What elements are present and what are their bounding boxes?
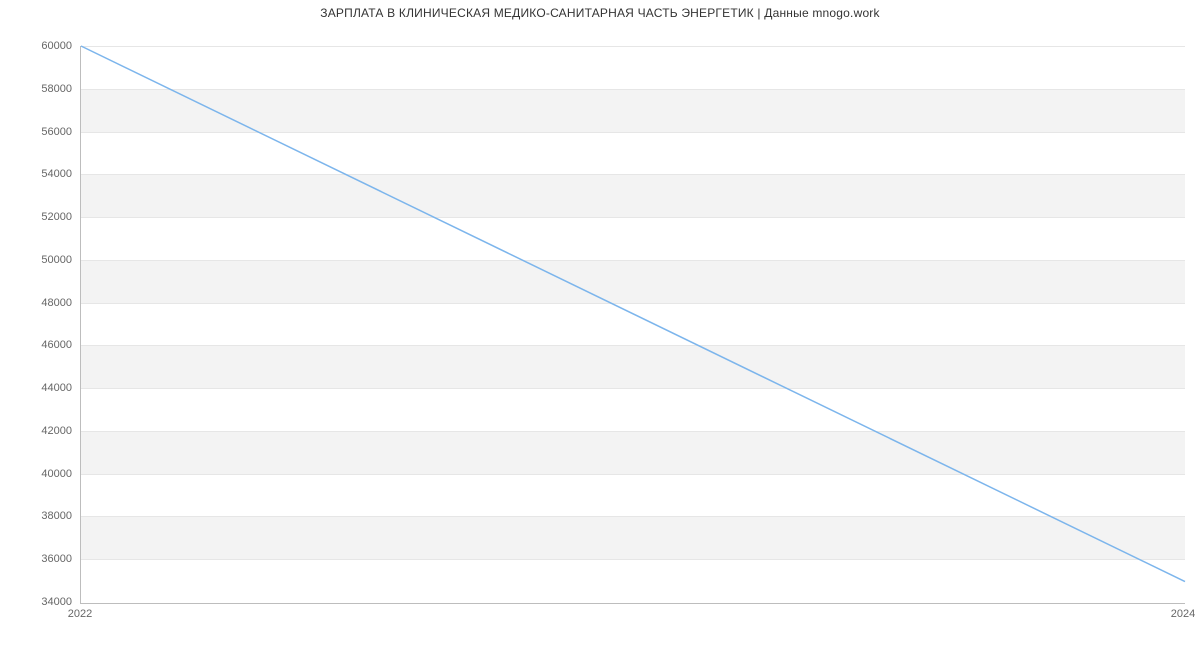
line-layer	[81, 46, 1185, 603]
y-tick-label: 48000	[12, 297, 72, 309]
y-tick-label: 54000	[12, 168, 72, 180]
plot-area	[80, 46, 1185, 604]
chart-title: ЗАРПЛАТА В КЛИНИЧЕСКАЯ МЕДИКО-САНИТАРНАЯ…	[0, 6, 1200, 20]
y-tick-label: 38000	[12, 510, 72, 522]
y-tick-label: 52000	[12, 211, 72, 223]
series-line	[81, 46, 1185, 582]
y-tick-label: 34000	[12, 596, 72, 608]
y-tick-label: 50000	[12, 254, 72, 266]
y-tick-label: 36000	[12, 553, 72, 565]
y-tick-label: 60000	[12, 40, 72, 52]
x-tick-label: 2024	[1171, 608, 1195, 620]
y-tick-label: 46000	[12, 339, 72, 351]
y-tick-label: 44000	[12, 382, 72, 394]
x-tick-label: 2022	[68, 608, 92, 620]
y-tick-label: 42000	[12, 425, 72, 437]
chart-container: ЗАРПЛАТА В КЛИНИЧЕСКАЯ МЕДИКО-САНИТАРНАЯ…	[0, 0, 1200, 650]
y-tick-label: 40000	[12, 468, 72, 480]
y-tick-label: 58000	[12, 83, 72, 95]
y-tick-label: 56000	[12, 126, 72, 138]
